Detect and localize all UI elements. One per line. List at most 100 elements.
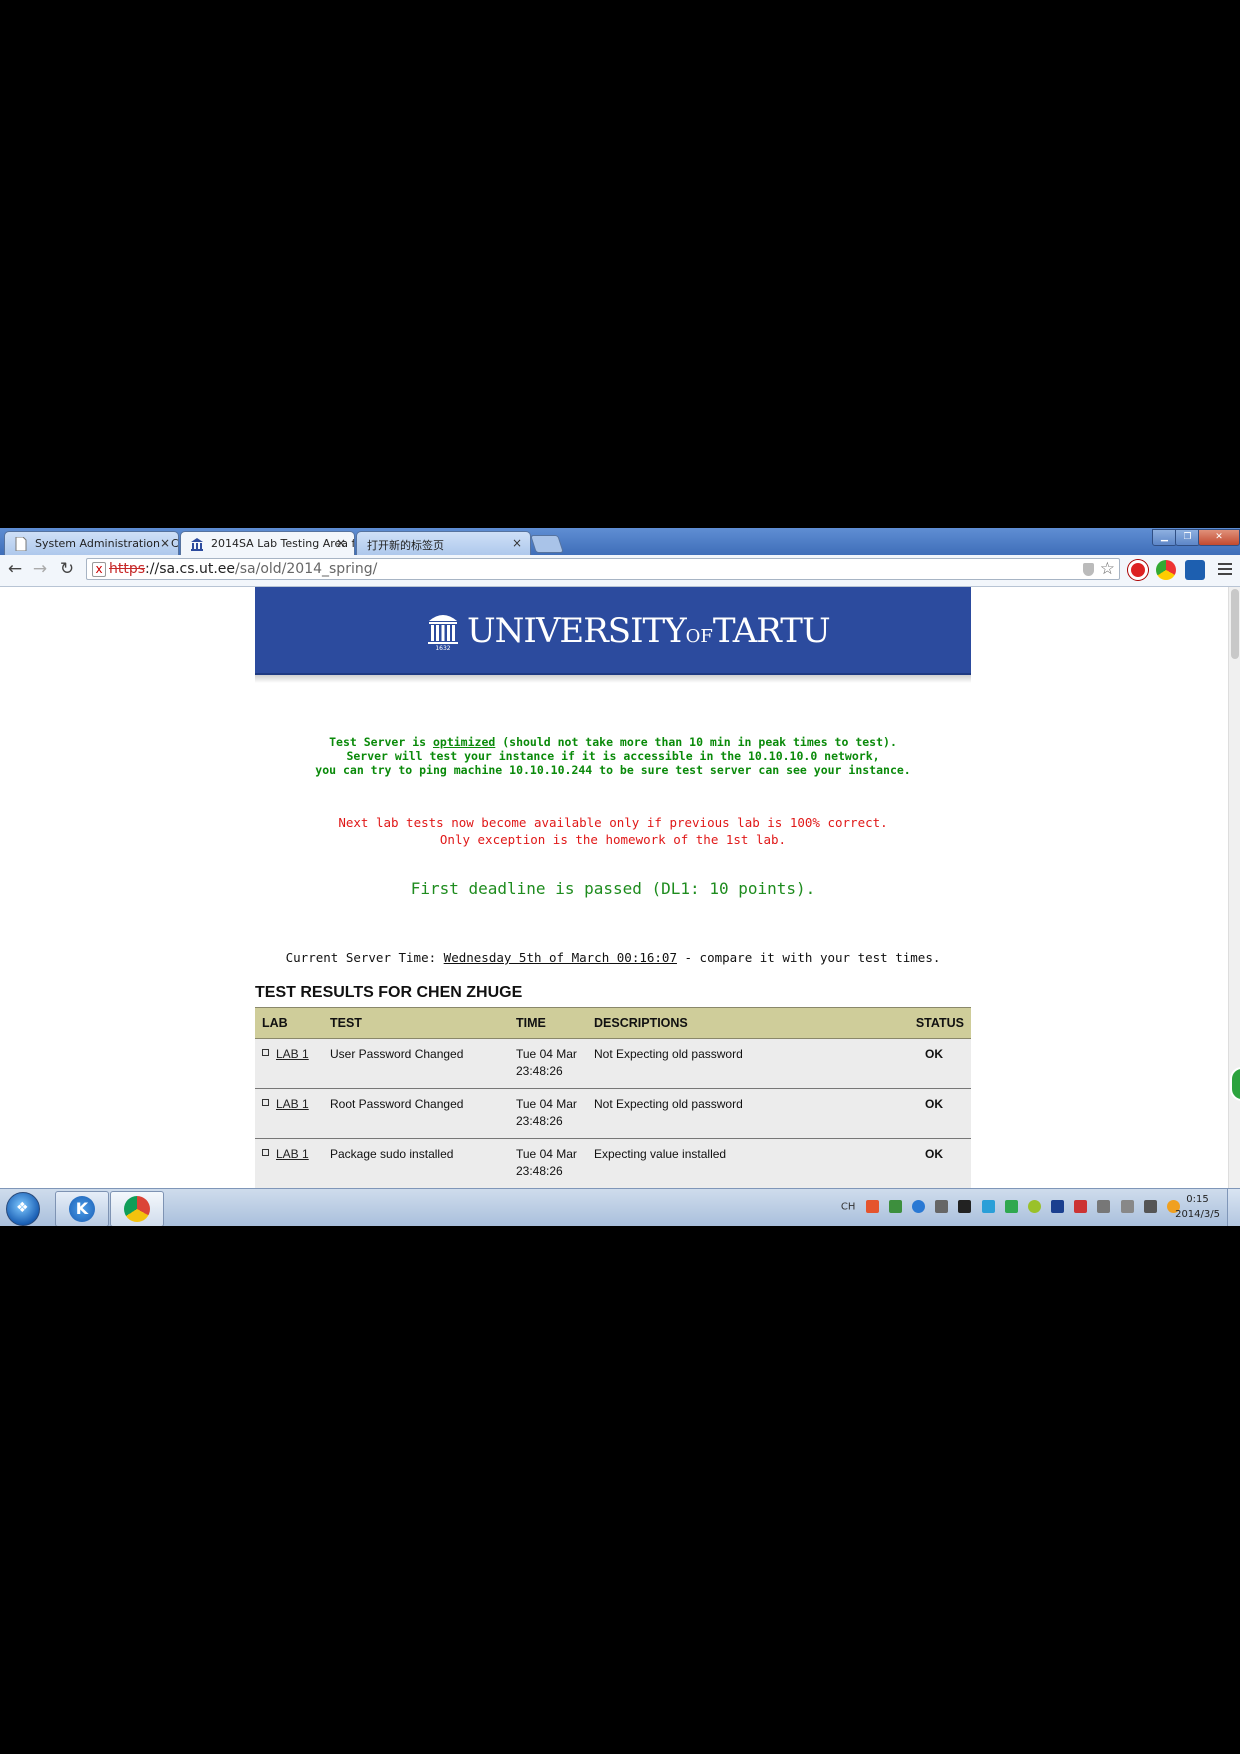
back-icon[interactable]: ← bbox=[5, 559, 25, 579]
taskbar-app-chrome[interactable] bbox=[110, 1191, 164, 1226]
bluetooth-icon[interactable] bbox=[1051, 1200, 1065, 1213]
input-language[interactable]: CH bbox=[841, 1202, 856, 1213]
windows-logo-icon: ❖ bbox=[16, 1200, 29, 1216]
tab-label: 2014SA Lab Testing Area f bbox=[211, 537, 355, 550]
page-content: 1632 UNIVERSITYOFTARTU Test Server is op… bbox=[255, 587, 971, 1188]
server-time: Current Server Time: Wednesday 5th of Ma… bbox=[285, 950, 941, 965]
bullet-icon bbox=[262, 1099, 269, 1106]
tab-close-icon[interactable]: × bbox=[336, 536, 346, 550]
optimized-link[interactable]: optimized bbox=[433, 735, 495, 749]
logo-year: 1632 bbox=[435, 645, 450, 651]
address-bar[interactable]: x https://sa.cs.ut.ee/sa/old/2014_spring… bbox=[86, 558, 1120, 580]
test-time: Tue 04 Mar 23:48:26 bbox=[509, 1038, 587, 1089]
banner-shadow bbox=[255, 675, 971, 683]
blue-app-icon[interactable] bbox=[981, 1200, 995, 1213]
results-title: TEST RESULTS FOR CHEN ZHUGE bbox=[255, 984, 523, 1001]
window-close-button[interactable]: ✕ bbox=[1198, 529, 1240, 546]
server-time-value: Wednesday 5th of March 00:16:07 bbox=[443, 950, 677, 965]
test-name: User Password Changed bbox=[323, 1038, 509, 1089]
test-time: Tue 04 Mar 23:48:26 bbox=[509, 1088, 587, 1139]
column-header-lab: LAB bbox=[255, 1007, 323, 1039]
table-row: LAB 1 Root Password Changed Tue 04 Mar 23… bbox=[255, 1088, 971, 1139]
column-header-time: TIME bbox=[509, 1007, 587, 1039]
test-description: Expecting value installed bbox=[587, 1138, 897, 1188]
browser-tab-strip: System Administration - C × 2014SA Lab T… bbox=[0, 528, 1240, 556]
clock[interactable]: 0:15 2014/3/5 bbox=[1175, 1192, 1220, 1222]
lab-link[interactable]: LAB 1 bbox=[276, 1097, 309, 1111]
menu-icon[interactable] bbox=[1218, 560, 1232, 578]
extension-app-icon[interactable] bbox=[1185, 560, 1205, 580]
screen: System Administration - C × 2014SA Lab T… bbox=[0, 528, 1240, 1226]
tab-close-icon[interactable]: × bbox=[512, 536, 522, 550]
volume-icon[interactable] bbox=[1143, 1200, 1157, 1213]
test-status: OK bbox=[897, 1038, 971, 1089]
clock-time: 0:15 bbox=[1186, 1194, 1209, 1205]
maximize-button[interactable]: ❐ bbox=[1175, 529, 1200, 546]
test-description: Not Expecting old password bbox=[587, 1088, 897, 1139]
table-row: LAB 1 Package sudo installed Tue 04 Mar 2… bbox=[255, 1138, 971, 1188]
k-app-icon: K bbox=[69, 1196, 95, 1222]
monitor-icon[interactable] bbox=[935, 1200, 949, 1213]
test-name: Package sudo installed bbox=[323, 1138, 509, 1188]
windows-taskbar: ❖ K CH 0:15 2014/3/5 bbox=[0, 1188, 1240, 1226]
reload-icon[interactable]: ↻ bbox=[57, 559, 77, 579]
bullet-icon bbox=[262, 1049, 269, 1056]
deadline-notice: First deadline is passed (DL1: 10 points… bbox=[410, 879, 816, 898]
tab-system-administration[interactable]: System Administration - C × bbox=[4, 531, 179, 555]
test-status: OK bbox=[897, 1088, 971, 1139]
sogou-icon[interactable] bbox=[865, 1200, 879, 1213]
star-icon[interactable]: ☆ bbox=[1100, 559, 1115, 579]
tab-label: System Administration - C bbox=[35, 537, 179, 550]
taskbar-app-k[interactable]: K bbox=[55, 1191, 109, 1226]
test-description: Not Expecting old password bbox=[587, 1038, 897, 1089]
lab-availability-rule: Next lab tests now become available only… bbox=[338, 815, 888, 847]
column-header-descriptions: DESCRIPTIONS bbox=[587, 1007, 897, 1039]
insecure-https-icon: x bbox=[92, 562, 106, 577]
university-logo-text: UNIVERSITYOFTARTU bbox=[467, 611, 831, 651]
test-time: Tue 04 Mar 23:48:26 bbox=[509, 1138, 587, 1188]
forward-icon[interactable]: → bbox=[30, 559, 50, 579]
security-shield-icon[interactable] bbox=[1004, 1200, 1018, 1213]
server-notice: Test Server is optimized (should not tak… bbox=[315, 735, 911, 777]
lab-link[interactable]: LAB 1 bbox=[276, 1047, 309, 1061]
table-row: LAB 1 User Password Changed Tue 04 Mar 23… bbox=[255, 1038, 971, 1089]
tab-new-tab[interactable]: 打开新的标签页 × bbox=[356, 531, 531, 555]
network-status-icon[interactable] bbox=[1074, 1200, 1088, 1213]
table-header-row: LAB TEST TIME DESCRIPTIONS STATUS bbox=[255, 1007, 971, 1039]
k-tray-icon[interactable] bbox=[911, 1200, 925, 1213]
column-header-status: STATUS bbox=[897, 1007, 971, 1039]
page-viewport: 1632 UNIVERSITYOFTARTU Test Server is op… bbox=[0, 587, 1228, 1188]
extension-stop-icon[interactable] bbox=[1128, 560, 1148, 580]
test-status: OK bbox=[897, 1138, 971, 1188]
university-logo-icon: 1632 bbox=[428, 615, 458, 651]
extension-color-icon[interactable] bbox=[1156, 560, 1176, 580]
green-plus-icon[interactable] bbox=[1027, 1200, 1041, 1213]
chrome-icon bbox=[124, 1196, 150, 1222]
show-desktop-button[interactable] bbox=[1227, 1189, 1240, 1226]
clock-date: 2014/3/5 bbox=[1175, 1209, 1220, 1220]
shield-icon[interactable] bbox=[1083, 563, 1094, 576]
penguin-icon[interactable] bbox=[958, 1200, 972, 1213]
power-icon[interactable] bbox=[1120, 1200, 1134, 1213]
tab-lab-testing-area[interactable]: 2014SA Lab Testing Area f × bbox=[180, 531, 355, 556]
browser-toolbar: ← → ↻ x https://sa.cs.ut.ee/sa/old/2014_… bbox=[0, 555, 1240, 587]
url-text: https://sa.cs.ut.ee/sa/old/2014_spring/ bbox=[109, 561, 378, 577]
page-icon bbox=[15, 537, 27, 551]
start-button[interactable]: ❖ bbox=[6, 1192, 40, 1226]
floating-widget-icon[interactable] bbox=[1230, 1067, 1240, 1101]
tab-label: 打开新的标签页 bbox=[367, 539, 444, 552]
minimize-button[interactable]: ▁ bbox=[1152, 529, 1177, 546]
tab-close-icon[interactable]: × bbox=[160, 536, 170, 550]
system-tray: CH bbox=[841, 1200, 1180, 1213]
network-app-icon[interactable] bbox=[888, 1200, 902, 1213]
scrollbar-thumb[interactable] bbox=[1231, 589, 1239, 659]
new-tab-button[interactable] bbox=[530, 535, 564, 553]
test-results-table: LAB TEST TIME DESCRIPTIONS STATUS LAB 1 … bbox=[255, 1007, 971, 1188]
university-banner: 1632 UNIVERSITYOFTARTU bbox=[255, 587, 971, 683]
lab-link[interactable]: LAB 1 bbox=[276, 1147, 309, 1161]
university-icon bbox=[191, 538, 203, 551]
usb-icon[interactable] bbox=[1097, 1200, 1111, 1213]
test-name: Root Password Changed bbox=[323, 1088, 509, 1139]
column-header-test: TEST bbox=[323, 1007, 509, 1039]
bullet-icon bbox=[262, 1149, 269, 1156]
